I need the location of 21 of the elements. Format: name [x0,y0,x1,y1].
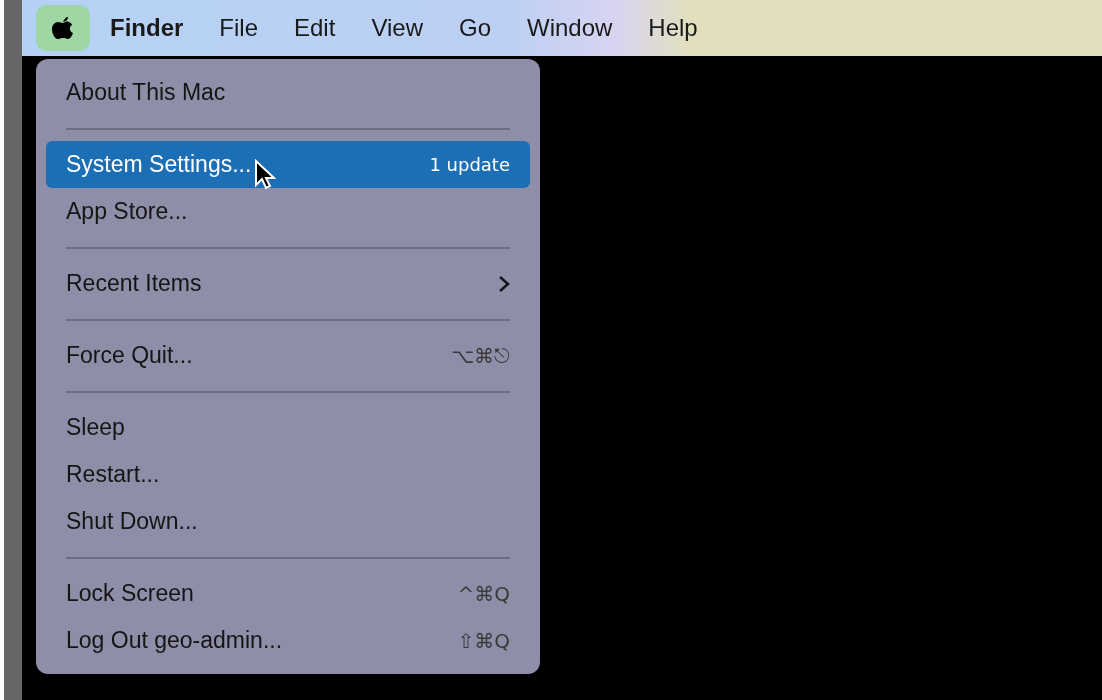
menu-item[interactable]: Restart... [46,451,530,498]
menu-item[interactable]: Force Quit... ⌥⌘⎋ [46,332,530,379]
menu-bar-item[interactable]: Window [511,5,629,51]
menu-item[interactable]: About This Mac [46,69,530,116]
menu-item[interactable]: Log Out geo-admin... ⇧⌘Q [46,617,530,664]
menu-bar-item[interactable]: Finder [94,5,200,51]
menu-bar-item[interactable]: Go [442,5,507,51]
menu-item[interactable]: App Store... [46,188,530,235]
menu-item[interactable]: Recent Items [46,260,530,307]
menu-item[interactable]: System Settings... 1 update [46,141,530,188]
mouse-pointer-icon [254,159,276,191]
menu-bar-item[interactable]: Help [632,5,714,51]
menu-bar-item[interactable]: View [355,5,439,51]
chevron-right-icon [498,274,510,293]
menu-item[interactable]: Shut Down... [46,498,530,545]
menu-item[interactable]: Sleep [46,404,530,451]
menu-item[interactable]: Lock Screen ^⌘Q [46,570,530,617]
apple-menu-button[interactable] [36,5,90,51]
menu-bar-item[interactable]: File [203,5,274,51]
apple-logo-icon [52,15,74,41]
menu-bar-item[interactable]: Edit [278,5,352,51]
